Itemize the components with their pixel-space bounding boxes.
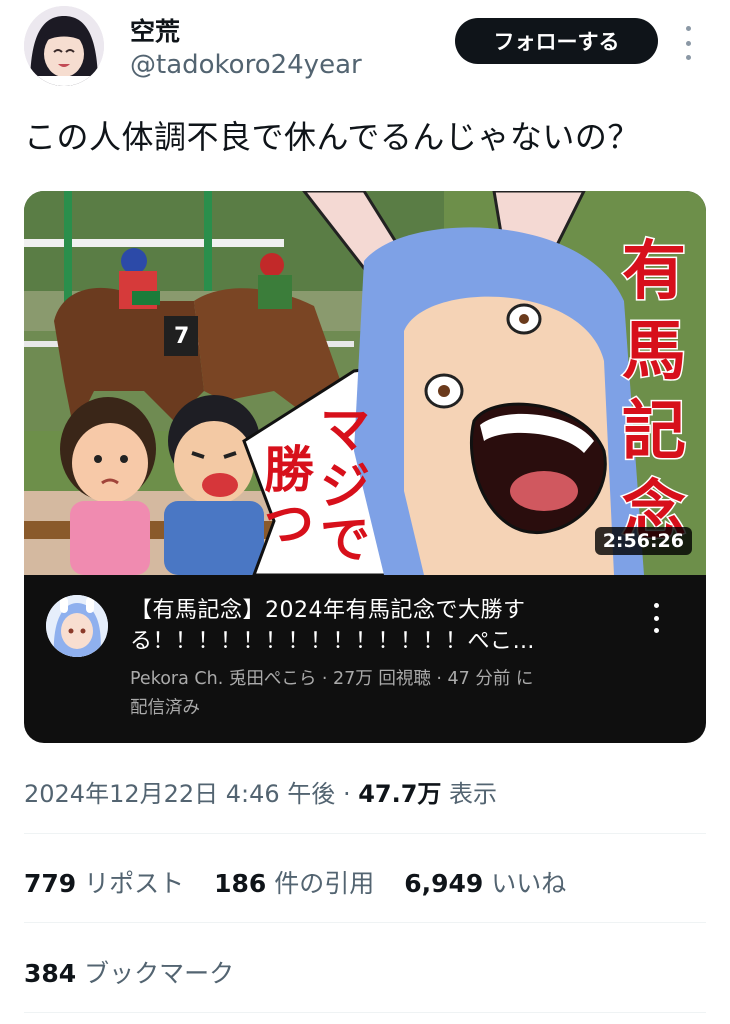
divider [24, 922, 706, 923]
video-meta: Pekora Ch. 兎田ぺこら · 27万 回視聴 · 47 分前 に 配信済… [130, 665, 630, 723]
author-handle[interactable]: @tadokoro24year [130, 50, 362, 80]
post-datetime[interactable]: 2024年12月22日 4:46 午後 [24, 780, 335, 808]
thumbnail-text-char: ジ [320, 457, 370, 515]
thumbnail-text-char: マ [320, 401, 370, 459]
timestamp-row: 2024年12月22日 4:46 午後 · 47.7万 表示 [24, 774, 497, 809]
bookmarks-count: 384 [24, 959, 77, 988]
author-display-name[interactable]: 空荒 [130, 12, 180, 48]
thumbnail-text-char: で [320, 511, 370, 569]
follow-button[interactable]: フォローする [455, 18, 658, 64]
bookmarks-label: ブックマーク [76, 959, 235, 988]
quotes-stat[interactable]: 186 件の引用 [214, 869, 374, 898]
quotes-label: 件の引用 [266, 869, 375, 898]
thumbnail-text-char: 勝 [264, 441, 315, 499]
tweet-text: この人体調不良で休んでるんじゃないの？ [24, 118, 640, 156]
reposts-label: リポスト [76, 869, 185, 898]
video-thumbnail[interactable]: 7 有 馬 記 念 マ ジ 勝 つ で [24, 191, 706, 575]
engagement-stats: 779 リポスト 186 件の引用 6,949 いいね [24, 864, 588, 900]
quotes-count: 186 [214, 869, 267, 898]
thumbnail-text-char: 記 [622, 395, 686, 469]
video-duration: 2:56:26 [594, 527, 692, 555]
more-options-icon[interactable] [680, 26, 696, 60]
separator: · [335, 780, 359, 808]
video-title-line: 【有馬記念】2024年有馬記念で大勝す [130, 598, 526, 623]
video-title[interactable]: 【有馬記念】2024年有馬記念で大勝す る！！！！！！！！！！！！！！ぺこ… [130, 595, 620, 657]
likes-stat[interactable]: 6,949 いいね [404, 869, 566, 898]
video-title-line: る！！！！！！！！！！！！！！ぺこ… [130, 629, 536, 654]
video-menu-icon[interactable] [650, 603, 662, 633]
channel-avatar[interactable] [46, 595, 108, 657]
thumbnail-text-char: 馬 [622, 315, 686, 389]
video-card[interactable]: 7 有 馬 記 念 マ ジ 勝 つ で 2:56:26 【有馬記念】2024年有… [24, 191, 706, 743]
view-count: 47.7万 [358, 780, 442, 808]
channel-avatar-image [46, 595, 108, 657]
divider [24, 1012, 706, 1013]
likes-count: 6,949 [404, 869, 484, 898]
bookmarks-stat[interactable]: 384 ブックマーク [24, 954, 234, 990]
jockey-number: 7 [174, 324, 189, 349]
thumbnail-text-char: つ [264, 495, 314, 553]
video-meta-line: 配信済み [130, 698, 200, 718]
video-meta-line: Pekora Ch. 兎田ぺこら · 27万 回視聴 · 47 分前 に [130, 669, 534, 689]
reposts-count: 779 [24, 869, 77, 898]
view-label: 表示 [441, 780, 498, 808]
likes-label: いいね [483, 869, 567, 898]
reposts-stat[interactable]: 779 リポスト [24, 869, 184, 898]
thumbnail-text-char: 有 [622, 235, 686, 309]
divider [24, 833, 706, 834]
author-avatar-image [24, 6, 104, 86]
author-avatar[interactable] [24, 6, 104, 86]
